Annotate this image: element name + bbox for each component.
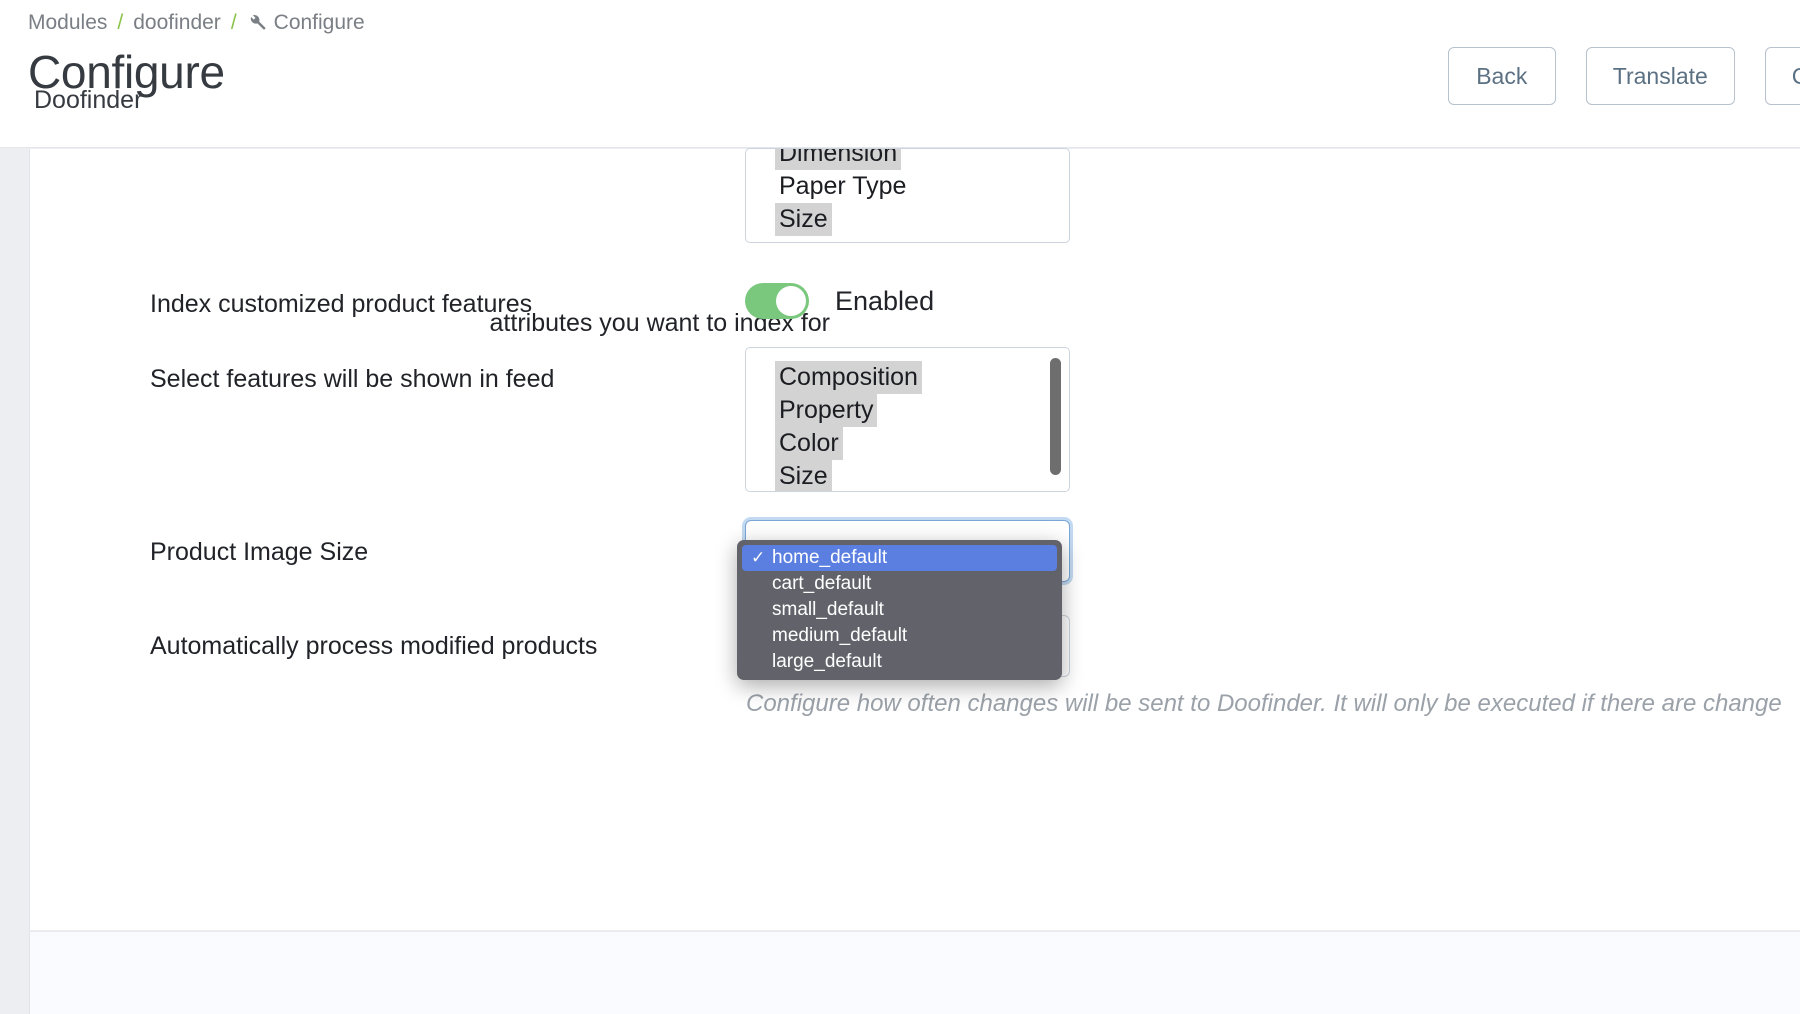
configure-page: Modules / doofinder / Configure Configur… bbox=[0, 0, 1800, 1014]
breadcrumb-separator: / bbox=[117, 11, 124, 34]
listbox-scrollbar[interactable] bbox=[1050, 358, 1061, 475]
configuration-panel: attributes you want to index for Dimensi… bbox=[29, 148, 1800, 930]
wrench-icon bbox=[247, 12, 267, 38]
listbox-option[interactable]: Paper Type bbox=[775, 170, 910, 203]
breadcrumb: Modules / doofinder / Configure bbox=[28, 10, 365, 36]
attributes-listbox[interactable]: Dimension Paper Type Size bbox=[745, 148, 1070, 243]
dropdown-option-small-default[interactable]: small_default bbox=[742, 597, 1057, 623]
check-button[interactable]: Check bbox=[1764, 47, 1800, 105]
breadcrumb-separator: / bbox=[230, 11, 237, 34]
dropdown-option-cart-default[interactable]: cart_default bbox=[742, 571, 1057, 597]
check-icon: ✓ bbox=[751, 548, 766, 567]
features-feed-listbox[interactable]: Composition Property Color Size material bbox=[745, 347, 1070, 492]
listbox-option[interactable]: Dimension bbox=[775, 149, 902, 170]
dropdown-option-medium-default[interactable]: medium_default bbox=[742, 623, 1057, 649]
listbox-option[interactable]: Composition bbox=[775, 361, 922, 394]
dropdown-option-label: large_default bbox=[772, 651, 882, 672]
product-image-size-dropdown[interactable]: ✓ home_default cart_default small_defaul… bbox=[737, 540, 1062, 680]
dropdown-option-label: medium_default bbox=[772, 625, 908, 646]
auto-process-label: Automatically process modified products bbox=[150, 632, 598, 660]
dropdown-option-label: home_default bbox=[772, 547, 888, 568]
product-image-size-label: Product Image Size bbox=[150, 538, 369, 566]
toggle-state-label: Enabled bbox=[835, 285, 935, 316]
page-header: Modules / doofinder / Configure Configur… bbox=[0, 0, 1800, 148]
dropdown-option-label: small_default bbox=[772, 599, 884, 620]
index-features-label-text: Index customized product features bbox=[150, 290, 533, 318]
dropdown-option-home-default[interactable]: ✓ home_default bbox=[742, 545, 1057, 571]
features-feed-label: Select features will be shown in feed bbox=[150, 365, 555, 393]
page-title-block: Configure Doofinder bbox=[28, 48, 225, 115]
toggle-knob bbox=[776, 286, 806, 316]
listbox-option[interactable]: Color bbox=[775, 427, 843, 460]
listbox-option[interactable]: Size bbox=[775, 203, 832, 236]
breadcrumb-item-modules[interactable]: Modules bbox=[28, 11, 107, 35]
index-features-toggle[interactable] bbox=[745, 283, 809, 319]
panel-footer bbox=[29, 931, 1800, 1014]
breadcrumb-item-doofinder[interactable]: doofinder bbox=[133, 11, 221, 35]
header-actions: Back Translate Check bbox=[1447, 47, 1800, 105]
auto-process-helper-text: Configure how often changes will be sent… bbox=[746, 690, 1782, 717]
index-features-toggle-row: Enabled bbox=[745, 283, 934, 319]
breadcrumb-item-configure: Configure bbox=[273, 11, 365, 34]
translate-button[interactable]: Translate bbox=[1585, 47, 1735, 105]
listbox-option[interactable]: Property bbox=[775, 394, 878, 427]
back-button[interactable]: Back bbox=[1447, 47, 1556, 105]
dropdown-option-label: cart_default bbox=[772, 573, 872, 594]
index-features-label: Index customized product features bbox=[150, 290, 532, 319]
dropdown-option-large-default[interactable]: large_default bbox=[742, 649, 1057, 675]
listbox-option[interactable]: Size bbox=[775, 460, 832, 491]
